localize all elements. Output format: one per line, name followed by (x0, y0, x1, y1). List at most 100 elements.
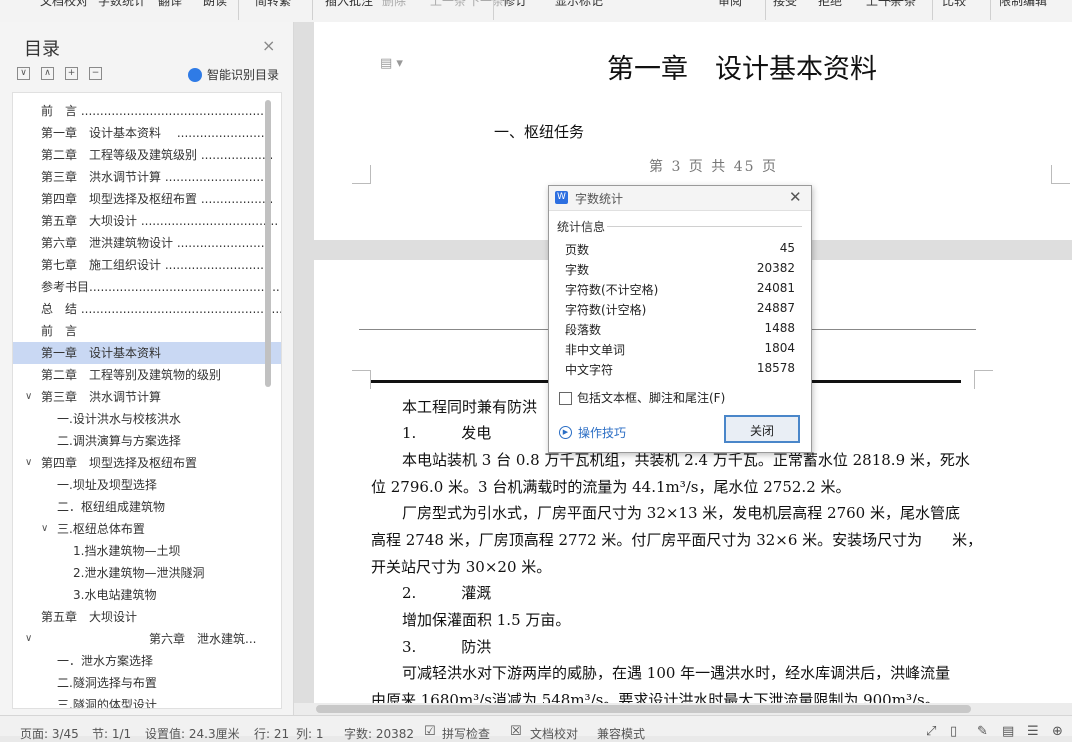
toc-item-label: 二.隧洞选择与布置 (57, 676, 157, 690)
toc-item[interactable]: 第三章 洪水调节计算 ............................ (13, 166, 281, 188)
remove-heading-icon[interactable]: − (89, 67, 102, 80)
play-icon: ▶ (559, 426, 572, 439)
close-button[interactable]: 关闭 (724, 415, 800, 443)
stat-label: 非中文单词 (565, 343, 626, 357)
close-icon[interactable]: ✕ (789, 188, 802, 206)
ribbon-simp-trad[interactable]: 简转繁 (255, 0, 291, 9)
toc-item[interactable]: 一．泄水方案选择 (13, 650, 281, 672)
toc-item[interactable]: 二．枢纽组成建筑物 (13, 496, 281, 518)
toc-item[interactable]: 一.设计洪水与校核洪水 (13, 408, 281, 430)
web-view-icon[interactable]: ⊕ (1052, 724, 1063, 739)
edit-mode-icon[interactable]: ✎ (977, 724, 988, 739)
status-word-count[interactable]: 字数: 20382 (344, 725, 414, 742)
page-icon[interactable]: ▤ ▾ (380, 56, 403, 71)
toc-item-label: 二.调洪演算与方案选择 (57, 434, 181, 448)
body-line: 3. 防洪 (402, 638, 492, 656)
wps-logo-icon: W (555, 191, 568, 204)
stat-value: 1804 (764, 341, 795, 355)
ribbon-delete[interactable]: 删除 (382, 0, 406, 9)
toc-item[interactable]: 第四章 坝型选择及枢纽布置 ................... (13, 188, 281, 210)
chevron-down-icon[interactable]: ∨ (25, 386, 32, 408)
ribbon-insert-comment[interactable]: 插入批注 (325, 0, 373, 9)
toc-item[interactable]: 第二章 工程等级及建筑级别 ................... (13, 144, 281, 166)
toc-item[interactable]: 第二章 工程等别及建筑物的级别 (13, 364, 281, 386)
toc-item[interactable]: 2.泄水建筑物—泄洪隧洞 (13, 562, 281, 584)
ribbon-accept[interactable]: 接受 (773, 0, 797, 9)
toc-item[interactable]: 1.挡水建筑物—土坝 (13, 540, 281, 562)
ribbon-prev[interactable]: 上一条 (430, 0, 466, 9)
ribbon-doc-proof[interactable]: 文档校对 (40, 0, 88, 9)
status-spellcheck[interactable]: 拼写检查 (442, 725, 490, 742)
add-heading-icon[interactable]: + (65, 67, 78, 80)
ribbon-review[interactable]: 审阅 (718, 0, 742, 9)
toc-item-label: 参考书目....................................… (41, 280, 281, 294)
section-divider (607, 226, 802, 227)
toc-item-label: 3.水电站建筑物 (73, 588, 157, 602)
toc-item[interactable]: ∨ 第六章 泄水建筑... (13, 628, 281, 650)
ribbon-divider (493, 0, 494, 20)
toc-item[interactable]: 前 言 (13, 320, 281, 342)
toc-item-label: 第六章 泄洪建筑物设计 ......................... (41, 236, 273, 250)
toc-item[interactable]: 第五章 大坝设计 (13, 606, 281, 628)
ribbon-track-changes[interactable]: 修订 (503, 0, 527, 9)
stat-value: 45 (779, 241, 795, 255)
toc-item-label: 一.坝址及坝型选择 (57, 478, 157, 492)
toc-scrollbar[interactable] (265, 100, 271, 387)
toc-item[interactable]: 二.隧洞选择与布置 (13, 672, 281, 694)
ribbon-read-aloud[interactable]: 朗读 (203, 0, 227, 9)
ribbon-word-count[interactable]: 字数统计 (98, 0, 146, 9)
page-view-icon[interactable]: ▤ (1002, 724, 1014, 739)
toc-item[interactable]: 二.调洪演算与方案选择 (13, 430, 281, 452)
ribbon-reject[interactable]: 拒绝 (818, 0, 842, 9)
collapse-all-icon[interactable]: ∨ (17, 67, 30, 80)
toc-item-label: 第七章 施工组织设计 ............................ (41, 258, 272, 272)
crop-mark (974, 370, 993, 389)
status-doc-proof[interactable]: 文档校对 (530, 725, 578, 742)
toc-item[interactable]: 前 言 ....................................… (13, 100, 281, 122)
doc-proof-icon[interactable]: ☒ (510, 724, 522, 739)
ribbon-translate[interactable]: 翻译 (158, 0, 182, 9)
fullscreen-icon[interactable]: ⤢ (926, 724, 936, 739)
toc-item[interactable]: ∨ 第三章 洪水调节计算 (13, 386, 281, 408)
tips-link[interactable]: ▶ 操作技巧 (559, 424, 626, 441)
toc-item[interactable]: 三.隧洞的体型设计 (13, 694, 281, 708)
ribbon-next[interactable]: 下一条 (468, 0, 504, 9)
toc-item[interactable]: ∨ 第四章 坝型选择及枢纽布置 (13, 452, 281, 474)
include-textbox-label[interactable]: 包括文本框、脚注和尾注(F) (577, 389, 725, 406)
include-textbox-checkbox[interactable] (559, 392, 572, 405)
body-line: 可减轻洪水对下游两岸的威胁，在遇 100 年一遇洪水时，经水库调洪后，洪峰流量 (402, 664, 951, 682)
toc-item[interactable]: ∨ 三.枢纽总体布置 (13, 518, 281, 540)
stat-value: 18578 (756, 361, 795, 375)
spellcheck-icon[interactable]: ☑ (424, 724, 436, 739)
toc-item[interactable]: 总 结 ....................................… (13, 298, 281, 320)
toc-item[interactable]: 一.坝址及坝型选择 (13, 474, 281, 496)
chevron-down-icon[interactable]: ∨ (25, 452, 32, 474)
toc-item[interactable]: 参考书目....................................… (13, 276, 281, 298)
toc-item[interactable]: 第六章 泄洪建筑物设计 ......................... (13, 232, 281, 254)
toc-item[interactable]: 第七章 施工组织设计 ............................ (13, 254, 281, 276)
expand-all-icon[interactable]: ∧ (41, 67, 54, 80)
ribbon-show-markup[interactable]: 显示标记 (555, 0, 603, 9)
dialog-titlebar[interactable]: W 字数统计 ✕ (549, 186, 811, 211)
toc-item-label: 第一章 设计基本资料 ........................ (41, 126, 269, 140)
smart-toc-button[interactable]: 智能识别目录 (188, 66, 279, 83)
close-icon[interactable]: × (262, 36, 275, 55)
toc-nav-pane: 目录 × ∨ ∧ + − 智能识别目录 前 言 ................… (0, 22, 294, 715)
toc-item-selected[interactable]: 第一章 设计基本资料 (13, 342, 281, 364)
horizontal-scroll-thumb[interactable] (316, 705, 971, 713)
ribbon-restrict-edit[interactable]: 限制编辑 (999, 0, 1047, 9)
horizontal-scrollbar[interactable] (294, 703, 1072, 715)
ribbon-compare[interactable]: 比较 (942, 0, 966, 9)
ribbon-next-change[interactable]: 下一条 (880, 0, 916, 9)
toc-item[interactable]: 第五章 大坝设计 ...............................… (13, 210, 281, 232)
chevron-down-icon[interactable]: ∨ (25, 628, 32, 650)
read-mode-icon[interactable]: ▯ (950, 724, 957, 739)
toc-item-label: 一.设计洪水与校核洪水 (57, 412, 181, 426)
status-setting: 设置值: 24.3厘米 (145, 727, 240, 741)
chevron-down-icon[interactable]: ∨ (41, 518, 48, 540)
toc-item[interactable]: 3.水电站建筑物 (13, 584, 281, 606)
status-row: 行: 21 (254, 727, 290, 741)
toc-item[interactable]: 第一章 设计基本资料 ........................ (13, 122, 281, 144)
status-page[interactable]: 页面: 3/45 (20, 725, 79, 742)
outline-view-icon[interactable]: ☰ (1027, 724, 1039, 739)
